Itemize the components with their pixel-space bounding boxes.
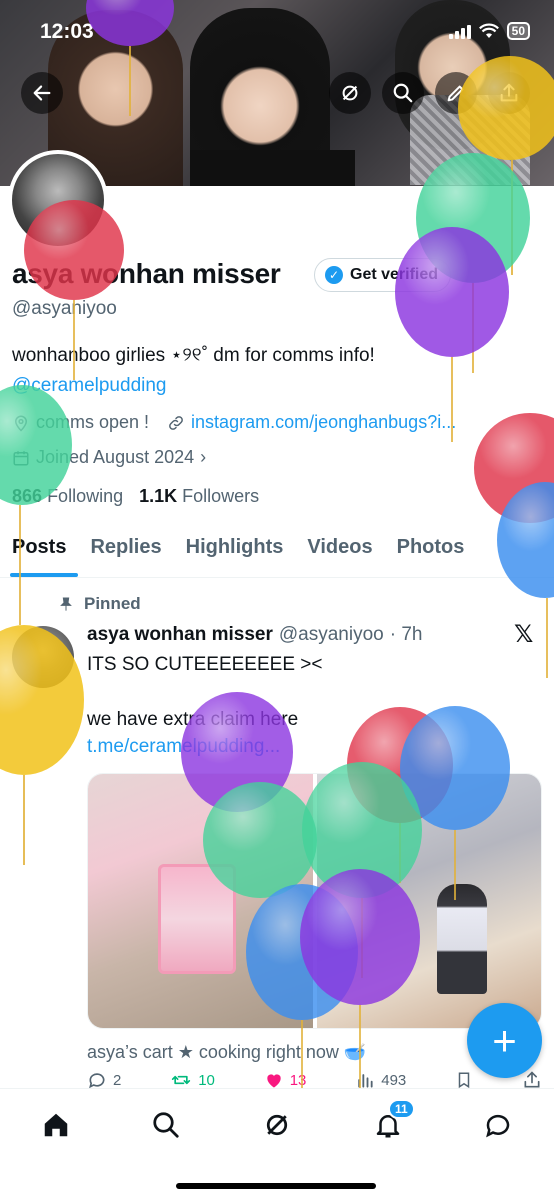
profile-tabs: Posts Replies Highlights Videos Photos — [0, 528, 554, 578]
profile-location: comms open ! — [36, 412, 150, 432]
battery-icon: 50 — [506, 22, 530, 40]
x-logo-icon: 𝕏 — [514, 621, 534, 648]
post-avatar[interactable] — [12, 626, 74, 688]
reply-icon — [89, 1073, 105, 1089]
nav-home[interactable] — [36, 1105, 76, 1145]
compose-button[interactable]: + — [467, 1003, 542, 1078]
share-button[interactable] — [488, 72, 530, 114]
bio-mention-link[interactable]: @ceramelpudding — [12, 375, 167, 397]
bookmark-button[interactable] — [455, 1070, 473, 1090]
followers-count: 1.1K — [139, 486, 178, 506]
grok-icon — [342, 85, 358, 101]
pencil-icon — [447, 85, 464, 102]
profile-website-link[interactable]: instagram.com/jeonghanbugs?i... — [191, 412, 456, 433]
profile-avatar[interactable] — [8, 150, 108, 250]
message-icon — [486, 1114, 510, 1138]
search-button[interactable] — [382, 72, 424, 114]
post-text-line1: ITS SO CUTEEEEEEEE >< — [87, 654, 323, 675]
tab-replies[interactable]: Replies — [78, 528, 173, 577]
arrow-left-icon — [33, 85, 51, 101]
signal-icon — [448, 23, 471, 39]
profile-joined: Joined August 2024 — [36, 447, 195, 467]
status-icons: 50 — [448, 22, 530, 40]
post-header: asya wonhan misser @asyaniyoo · 7h — [87, 624, 422, 646]
status-time: 12:03 — [40, 20, 94, 43]
post-link[interactable]: t.me/ceramelpudding... — [87, 736, 280, 758]
back-button[interactable] — [21, 72, 63, 114]
followers-label: Followers — [182, 486, 260, 506]
home-indicator — [176, 1183, 376, 1189]
post-time: · 7h — [389, 624, 423, 645]
photo-card — [158, 864, 236, 974]
profile-screen: 12:03 50 asya wonhan misser ✓ Get verifi… — [0, 0, 554, 1200]
status-bar: 12:03 50 — [0, 0, 554, 64]
location-pin-icon — [14, 415, 28, 432]
views-count: 493 — [381, 1071, 407, 1089]
edit-button[interactable] — [435, 72, 477, 114]
pinned-label: Pinned — [84, 594, 141, 613]
nav-messages[interactable] — [478, 1105, 518, 1145]
photo-figure — [436, 884, 487, 994]
post-media[interactable] — [87, 773, 542, 1029]
banner-shirt — [190, 150, 355, 186]
heart-icon — [267, 1074, 281, 1088]
balloon-red-right — [474, 413, 554, 523]
post-photo-2[interactable] — [316, 774, 541, 1028]
bookmark-icon — [458, 1072, 470, 1089]
wifi-icon — [478, 23, 499, 38]
chevron-right-icon: › — [200, 447, 207, 467]
bottom-tab-bar: 11 — [0, 1088, 554, 1200]
views-button[interactable]: 493 — [355, 1070, 406, 1090]
search-icon — [153, 1112, 179, 1138]
get-verified-button[interactable]: ✓ Get verified — [314, 258, 452, 292]
profile-bio: wonhanboo girlies ⋆୨୧˚ dm for comms info… — [12, 345, 375, 366]
following-count: 866 — [12, 486, 43, 506]
bar-chart-icon — [358, 1074, 373, 1088]
repost-button[interactable]: 10 — [170, 1070, 215, 1090]
post-photo-1[interactable] — [88, 774, 313, 1028]
repost-icon — [172, 1075, 191, 1085]
tab-posts[interactable]: Posts — [0, 528, 79, 577]
post-actions: 2 10 13 493 — [87, 1070, 542, 1090]
grok-icon — [266, 1114, 288, 1136]
grok-button[interactable] — [329, 72, 371, 114]
post-author-handle: @asyaniyoo — [278, 624, 384, 645]
nav-grok[interactable] — [257, 1105, 297, 1145]
follow-stats: 866 Following 1.1K Followers — [12, 486, 259, 507]
next-post-text: asya’s cart ★ cooking right now 🥣 — [87, 1042, 367, 1062]
share-icon — [524, 1071, 540, 1088]
tab-highlights[interactable]: Highlights — [174, 528, 296, 577]
profile-meta-row: comms open ! instagram.com/jeonghanbugs?… — [12, 412, 456, 433]
notification-badge: 11 — [388, 1099, 415, 1119]
reply-count: 2 — [113, 1071, 122, 1089]
like-count: 13 — [289, 1071, 307, 1089]
nav-notifications[interactable]: 11 — [368, 1099, 415, 1145]
share-post-button[interactable] — [522, 1070, 542, 1090]
tab-videos[interactable]: Videos — [295, 528, 384, 577]
calendar-icon — [13, 450, 29, 465]
verified-check-icon: ✓ — [325, 266, 343, 284]
profile-handle: @asyaniyoo — [12, 298, 117, 319]
search-icon — [393, 83, 413, 103]
get-verified-label: Get verified — [350, 266, 439, 283]
repost-count: 10 — [198, 1071, 215, 1089]
reply-button[interactable]: 2 — [87, 1070, 121, 1090]
plus-icon: + — [492, 1016, 517, 1064]
tab-photos[interactable]: Photos — [385, 528, 477, 577]
profile-name: asya wonhan misser — [12, 258, 281, 289]
link-icon — [169, 415, 183, 430]
home-icon — [44, 1113, 68, 1137]
followers-link[interactable]: 1.1K Followers — [139, 486, 259, 507]
post-text-line2: we have extra claim here — [87, 709, 299, 730]
pinned-indicator: Pinned — [58, 594, 141, 614]
nav-search[interactable] — [146, 1105, 186, 1145]
following-link[interactable]: 866 Following — [12, 486, 123, 507]
following-label: Following — [47, 486, 124, 506]
joined-row[interactable]: Joined August 2024 › — [12, 447, 206, 468]
like-button[interactable]: 13 — [264, 1070, 307, 1090]
share-icon — [500, 83, 518, 102]
post-author-name[interactable]: asya wonhan misser — [87, 624, 273, 646]
pin-icon — [60, 597, 72, 611]
